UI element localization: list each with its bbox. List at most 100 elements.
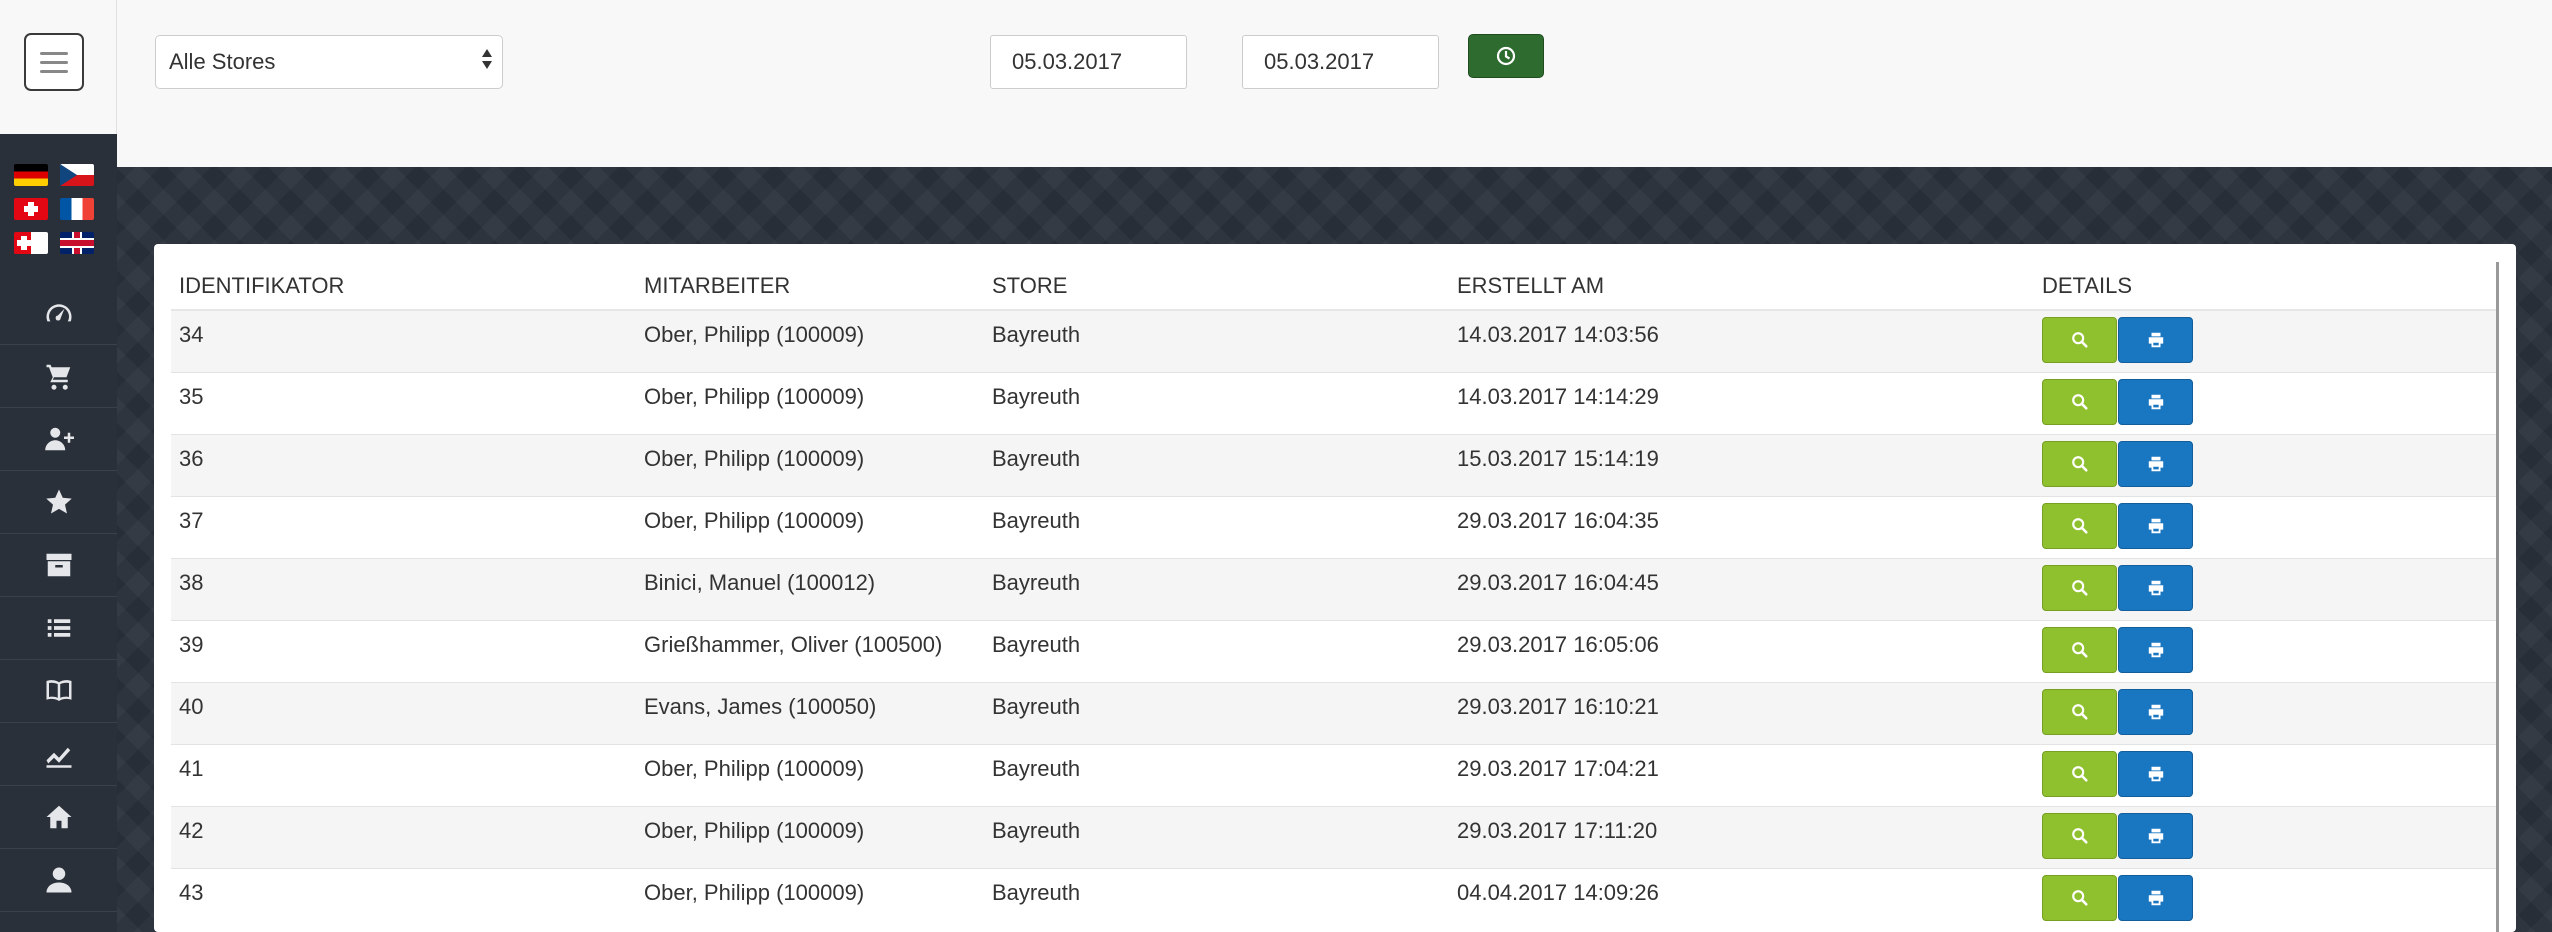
cell-mitarbeiter: Ober, Philipp (100009): [636, 805, 984, 868]
cell-details: [2034, 805, 2497, 868]
language-switcher: [14, 164, 96, 254]
table-header-row: IDENTIFIKATOR MITARBEITER STORE ERSTELLT…: [171, 262, 2497, 311]
print-button[interactable]: [2118, 750, 2193, 797]
table-row: 43 Ober, Philipp (100009) Bayreuth 04.04.20…: [171, 867, 2497, 930]
view-details-button[interactable]: [2042, 874, 2117, 921]
list-icon: [47, 619, 70, 637]
nav-favorites[interactable]: [0, 471, 117, 534]
nav-book[interactable]: [0, 660, 117, 723]
table-row: 37 Ober, Philipp (100009) Bayreuth 29.03.20…: [171, 495, 2497, 558]
store-select-value: Alle Stores: [169, 49, 276, 74]
cell-store: Bayreuth: [984, 681, 1449, 744]
print-button[interactable]: [2118, 378, 2193, 425]
print-icon: [2148, 332, 2163, 348]
print-icon: [2148, 518, 2163, 533]
nav-dashboard[interactable]: [0, 282, 117, 345]
user-icon: [46, 867, 71, 893]
cell-erstellt-am: 14.03.2017 14:14:29: [1449, 371, 2034, 434]
cell-identifikator: 43: [171, 867, 636, 930]
header-store: STORE: [984, 262, 1449, 311]
cell-details: [2034, 743, 2497, 806]
swiss-french-flag[interactable]: [14, 232, 48, 254]
date-to-input[interactable]: 05.03.2017: [1242, 35, 1439, 89]
header-mitarbeiter: MITARBEITER: [636, 262, 984, 311]
print-icon: [2148, 642, 2163, 657]
cell-mitarbeiter: Ober, Philipp (100009): [636, 371, 984, 434]
cell-store: Bayreuth: [984, 619, 1449, 682]
cell-erstellt-am: 14.03.2017 14:03:56: [1449, 309, 2034, 372]
print-button[interactable]: [2118, 874, 2193, 921]
print-button[interactable]: [2118, 564, 2193, 611]
cell-erstellt-am: 15.03.2017 15:14:19: [1449, 433, 2034, 496]
table-row: 41 Ober, Philipp (100009) Bayreuth 29.03.20…: [171, 743, 2497, 806]
cell-erstellt-am: 29.03.2017 16:10:21: [1449, 681, 2034, 744]
nav-home[interactable]: [0, 786, 117, 849]
print-icon: [2148, 828, 2163, 843]
print-button[interactable]: [2118, 317, 2193, 363]
nav-cart[interactable]: [0, 345, 117, 408]
view-details-button[interactable]: [2042, 812, 2117, 859]
cell-store: Bayreuth: [984, 495, 1449, 558]
table-row: 42 Ober, Philipp (100009) Bayreuth 29.03.20…: [171, 805, 2497, 868]
search-icon: [2071, 517, 2088, 534]
cell-identifikator: 38: [171, 557, 636, 620]
book-icon: [46, 680, 71, 701]
view-details-button[interactable]: [2042, 502, 2117, 549]
table-row: 35 Ober, Philipp (100009) Bayreuth 14.03.20…: [171, 371, 2497, 434]
star-icon: [45, 489, 72, 514]
print-icon: [2148, 580, 2163, 595]
date-to-value: 05.03.2017: [1264, 49, 1375, 74]
german-flag[interactable]: [14, 164, 48, 186]
print-icon: [2148, 394, 2163, 409]
store-select[interactable]: Alle Stores: [155, 35, 503, 89]
print-icon: [2148, 766, 2163, 781]
cell-details: [2034, 867, 2497, 930]
table-scrollbar[interactable]: [2496, 262, 2499, 932]
print-button[interactable]: [2118, 502, 2193, 549]
french-flag[interactable]: [60, 198, 94, 220]
table-row: 38 Binici, Manuel (100012) Bayreuth 29.03.2…: [171, 557, 2497, 620]
table-row: 36 Ober, Philipp (100009) Bayreuth 15.03.20…: [171, 433, 2497, 496]
view-details-button[interactable]: [2042, 688, 2117, 735]
view-details-button[interactable]: [2042, 626, 2117, 673]
header-erstellt-am: ERSTELLT AM: [1449, 262, 2034, 311]
cell-mitarbeiter: Ober, Philipp (100009): [636, 433, 984, 496]
print-button[interactable]: [2118, 440, 2193, 487]
czech-flag[interactable]: [60, 164, 94, 186]
nav-list[interactable]: [0, 597, 117, 660]
cell-mitarbeiter: Ober, Philipp (100009): [636, 867, 984, 930]
view-details-button[interactable]: [2042, 440, 2117, 487]
nav-archive[interactable]: [0, 534, 117, 597]
view-details-button[interactable]: [2042, 564, 2117, 611]
clock-icon: [1496, 46, 1516, 66]
view-details-button[interactable]: [2042, 317, 2117, 363]
view-details-button[interactable]: [2042, 378, 2117, 425]
cell-details: [2034, 681, 2497, 744]
view-details-button[interactable]: [2042, 750, 2117, 797]
nav-add-user[interactable]: [0, 408, 117, 471]
cell-store: Bayreuth: [984, 371, 1449, 434]
apply-filter-button[interactable]: [1468, 34, 1544, 78]
swiss-flag[interactable]: [14, 198, 48, 220]
cell-mitarbeiter: Grießhammer, Oliver (100500): [636, 619, 984, 682]
search-icon: [2071, 889, 2088, 906]
print-button[interactable]: [2118, 812, 2193, 859]
cell-erstellt-am: 04.04.2017 14:09:26: [1449, 867, 2034, 930]
search-icon: [2071, 332, 2088, 348]
date-from-input[interactable]: 05.03.2017: [990, 35, 1187, 89]
sidebar: [0, 0, 117, 932]
select-arrows-icon: [482, 49, 492, 69]
nav-profile[interactable]: [0, 849, 117, 912]
cell-store: Bayreuth: [984, 867, 1449, 930]
print-icon: [2148, 890, 2163, 905]
cell-details: [2034, 557, 2497, 620]
cell-store: Bayreuth: [984, 743, 1449, 806]
search-icon: [2071, 455, 2088, 472]
cell-mitarbeiter: Evans, James (100050): [636, 681, 984, 744]
menu-toggle-button[interactable]: [24, 33, 84, 91]
print-button[interactable]: [2118, 626, 2193, 673]
uk-flag[interactable]: [60, 232, 94, 254]
print-button[interactable]: [2118, 688, 2193, 735]
nav-statistics[interactable]: [0, 723, 117, 786]
cell-details: [2034, 433, 2497, 496]
